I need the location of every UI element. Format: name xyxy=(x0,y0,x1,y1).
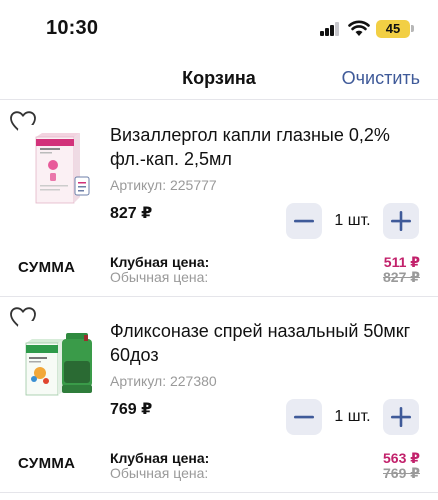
navigation-header: Корзина Очистить xyxy=(0,58,438,100)
battery-tip xyxy=(411,25,414,32)
product-price: 769 ₽ xyxy=(110,401,153,418)
sum-label: СУММА xyxy=(18,455,76,472)
status-time: 10:30 xyxy=(46,17,99,39)
regular-price-label: Обычная цена: xyxy=(110,465,209,481)
product-name[interactable]: Фликсоназе спрей назальный 50мкг 60доз xyxy=(110,319,428,367)
product-price: 827 ₽ xyxy=(110,205,153,222)
quantity-decrease-button[interactable] xyxy=(286,399,322,435)
regular-price-value: 769 ₽ xyxy=(383,465,420,481)
minus-icon xyxy=(294,219,314,223)
plus-icon xyxy=(391,407,411,427)
product-image[interactable] xyxy=(18,321,98,401)
cellular-signal-icon xyxy=(320,22,340,36)
regular-price-value: 827 ₽ xyxy=(383,269,420,285)
clear-cart-button[interactable]: Очистить xyxy=(342,68,420,89)
quantity-increase-button[interactable] xyxy=(383,399,419,435)
product-sku: Артикул: 227380 xyxy=(110,373,217,389)
club-price-label: Клубная цена: xyxy=(110,450,210,466)
status-bar: 10:30 45 xyxy=(0,0,438,58)
sum-label: СУММА xyxy=(18,259,76,276)
club-price-label: Клубная цена: xyxy=(110,254,210,270)
minus-icon xyxy=(294,415,314,419)
cart-item: Визаллергол капли глазные 0,2% фл.-кап. … xyxy=(0,101,438,297)
regular-price-label: Обычная цена: xyxy=(110,269,209,285)
quantity-value: 1 шт. xyxy=(334,212,371,229)
quantity-decrease-button[interactable] xyxy=(286,203,322,239)
product-name[interactable]: Визаллергол капли глазные 0,2% фл.-кап. … xyxy=(110,123,428,171)
battery-icon: 45 xyxy=(376,20,410,38)
product-sku: Артикул: 225777 xyxy=(110,177,217,193)
product-image[interactable] xyxy=(18,125,98,205)
cart-item: Фликсоназе спрей назальный 50мкг 60доз А… xyxy=(0,297,438,493)
wifi-icon xyxy=(348,20,370,36)
quantity-increase-button[interactable] xyxy=(383,203,419,239)
plus-icon xyxy=(391,211,411,231)
quantity-value: 1 шт. xyxy=(334,408,371,425)
